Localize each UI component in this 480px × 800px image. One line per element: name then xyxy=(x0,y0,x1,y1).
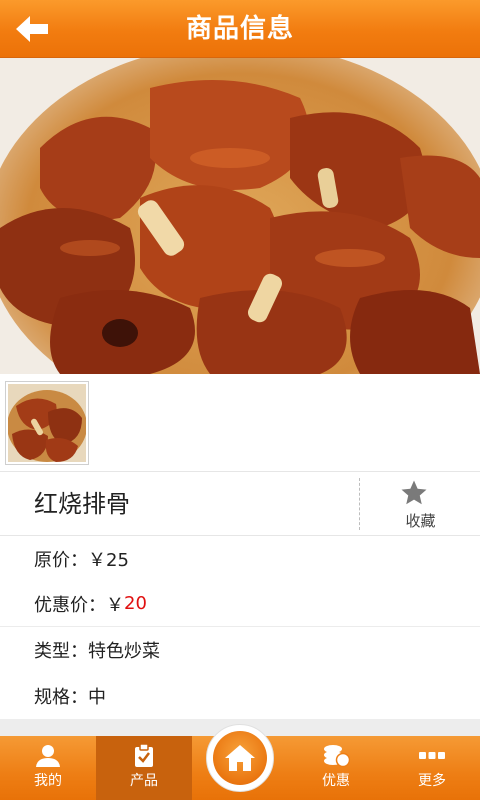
home-button[interactable] xyxy=(213,731,267,785)
product-main-image[interactable] xyxy=(0,58,480,374)
tab-products[interactable]: 产品 xyxy=(96,736,192,800)
sale-price-currency: ￥ xyxy=(106,594,124,616)
tab-offers[interactable]: 优惠 xyxy=(288,736,384,800)
favorite-button[interactable]: 收藏 xyxy=(361,472,480,536)
sale-price-value: 20 xyxy=(124,593,147,614)
tab-mine[interactable]: 我的 xyxy=(0,736,96,800)
size-row: 规格： 中 xyxy=(0,673,480,719)
page-title: 商品信息 xyxy=(185,14,294,44)
size-label: 规格： xyxy=(34,687,88,708)
sale-price-row: 优惠价： ￥ 20 xyxy=(0,581,480,627)
more-icon xyxy=(419,752,445,759)
size-value: 中 xyxy=(88,687,106,708)
header-bar: 商品信息 xyxy=(0,0,480,58)
type-label: 类型： xyxy=(34,641,88,662)
home-icon xyxy=(225,745,255,771)
product-thumbnail[interactable] xyxy=(5,381,89,465)
clipboard-icon xyxy=(135,744,153,767)
type-row: 类型： 特色炒菜 xyxy=(0,627,480,673)
sale-price-label: 优惠价： xyxy=(34,594,106,616)
divider xyxy=(359,478,360,530)
product-name: 红烧排骨 xyxy=(34,490,130,518)
product-detail-screen: 商品信息 红烧排骨 收藏 原价： ￥25 优惠价： ￥ 20 类型： 特色炒菜 … xyxy=(0,0,480,800)
type-value: 特色炒菜 xyxy=(88,641,160,662)
product-name-row: 红烧排骨 收藏 xyxy=(0,472,480,536)
tab-offers-label: 优惠 xyxy=(322,773,350,789)
coins-icon xyxy=(324,745,350,768)
original-price-row: 原价： ￥25 xyxy=(0,536,480,581)
favorite-label: 收藏 xyxy=(405,512,436,530)
tab-mine-label: 我的 xyxy=(34,773,62,789)
original-price-value: ￥25 xyxy=(88,549,129,571)
thumbnail-strip xyxy=(0,374,480,472)
tab-more[interactable]: 更多 xyxy=(384,736,480,800)
tab-more-label: 更多 xyxy=(418,773,446,789)
star-icon xyxy=(401,480,427,505)
tab-products-label: 产品 xyxy=(130,773,158,789)
user-icon xyxy=(36,745,60,767)
original-price-label: 原价： xyxy=(34,549,88,571)
